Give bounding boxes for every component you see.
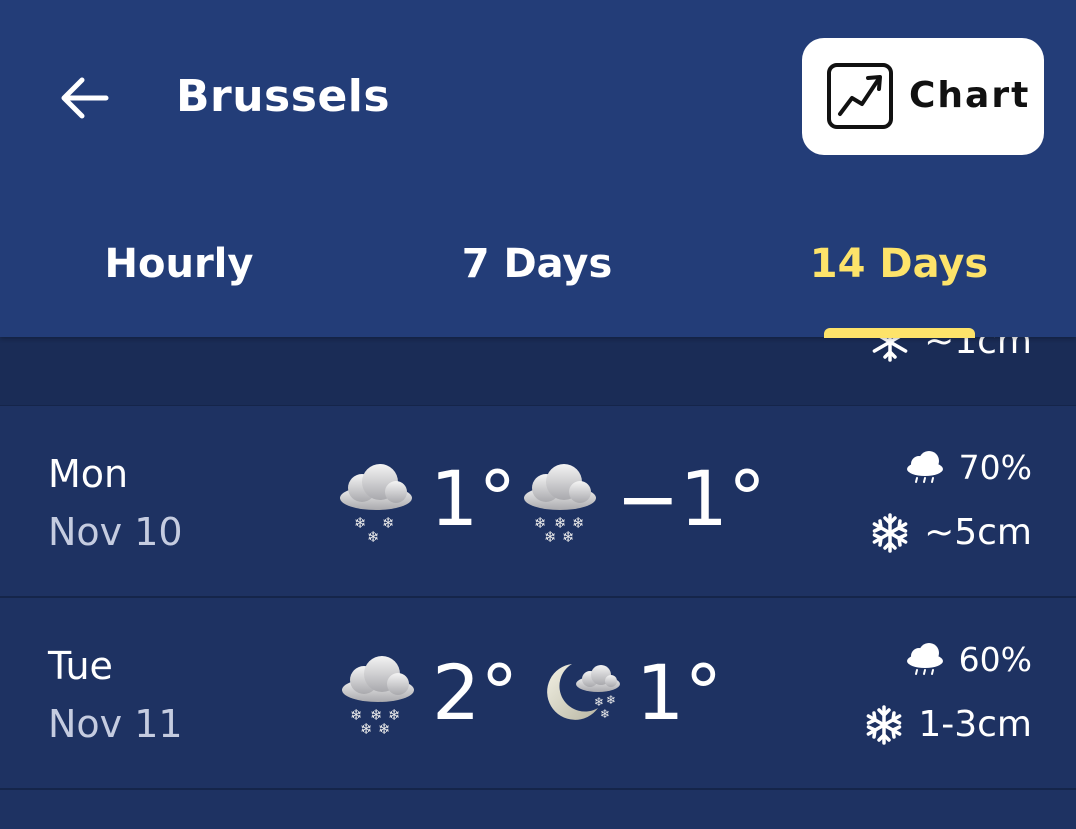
snow-amount-text: ~1cm [924, 337, 1032, 362]
svg-text:❄: ❄ [606, 693, 616, 707]
rain-cloud-icon [906, 451, 943, 483]
snow-cloud-icon: ❄ ❄ ❄ ❄ ❄ [524, 464, 596, 546]
snow-amount: ~5cm [870, 510, 1032, 556]
snow-cloud-icon: ❄ ❄ ❄ [340, 464, 412, 546]
day-name: Tue [48, 644, 113, 688]
snow-amount: 1-3cm [864, 702, 1032, 748]
svg-text:❄: ❄ [600, 707, 610, 721]
precip-chance-text: 60% [958, 640, 1032, 679]
high-temp: 2° [432, 648, 519, 737]
svg-text:❄: ❄ [360, 720, 373, 738]
low-temp: 1° [636, 648, 723, 737]
high-temp: 1° [430, 454, 517, 543]
city-title: Brussels [176, 71, 391, 122]
snowflake-icon [872, 513, 908, 553]
tab-7-days[interactable]: 7 Days [358, 238, 716, 290]
tab-hourly[interactable]: Hourly [0, 238, 358, 290]
svg-text:❄: ❄ [354, 514, 367, 532]
moon-snow-cloud-icon: ❄ ❄ ❄ [547, 664, 620, 721]
back-button[interactable] [52, 70, 116, 126]
snow-cloud-icon: ❄ ❄ ❄ ❄ ❄ [342, 656, 414, 738]
tab-bar: Hourly 7 Days 14 Days [0, 228, 1076, 304]
trend-chart-icon [827, 63, 893, 129]
day-name: Mon [48, 452, 129, 496]
snow-amount-text: 1-3cm [918, 704, 1032, 745]
chart-button-label: Chart [909, 75, 1031, 116]
forecast-row-tue[interactable]: Tue Nov 11 ❄ ❄ ❄ ❄ ❄ 2° ❄ ❄ ❄ 1° 60% 1-3… [0, 598, 1076, 790]
svg-text:❄: ❄ [378, 720, 391, 738]
chart-button[interactable]: Chart [802, 38, 1044, 155]
active-tab-indicator [824, 328, 975, 338]
snowflake-icon [866, 705, 902, 745]
tab-14-days[interactable]: 14 Days [720, 238, 1076, 290]
day-date: Nov 10 [48, 510, 183, 554]
day-date: Nov 11 [48, 702, 183, 746]
forecast-row-next[interactable] [0, 790, 1076, 829]
precip-chance: 60% [905, 640, 1032, 680]
snow-amount: ~1cm [870, 337, 1032, 362]
svg-text:❄: ❄ [544, 528, 557, 546]
snow-amount-text: ~5cm [924, 512, 1032, 553]
low-temp: −1° [616, 454, 767, 543]
svg-text:❄: ❄ [562, 528, 575, 546]
arrow-left-icon [61, 77, 109, 119]
precip-chance-text: 70% [958, 448, 1032, 487]
forecast-row-mon[interactable]: Mon Nov 10 ❄ ❄ ❄ 1° ❄ ❄ ❄ ❄ ❄ −1° 70% ~5… [0, 406, 1076, 598]
precip-chance: 70% [905, 448, 1032, 488]
svg-text:❄: ❄ [382, 514, 395, 532]
snowflake-icon [872, 337, 908, 362]
app-header: Brussels Chart Hourly 7 Days 14 Days [0, 0, 1076, 337]
rain-cloud-icon [906, 643, 943, 675]
forecast-row-partial[interactable]: ~1cm [0, 337, 1076, 407]
svg-text:❄: ❄ [367, 528, 380, 546]
